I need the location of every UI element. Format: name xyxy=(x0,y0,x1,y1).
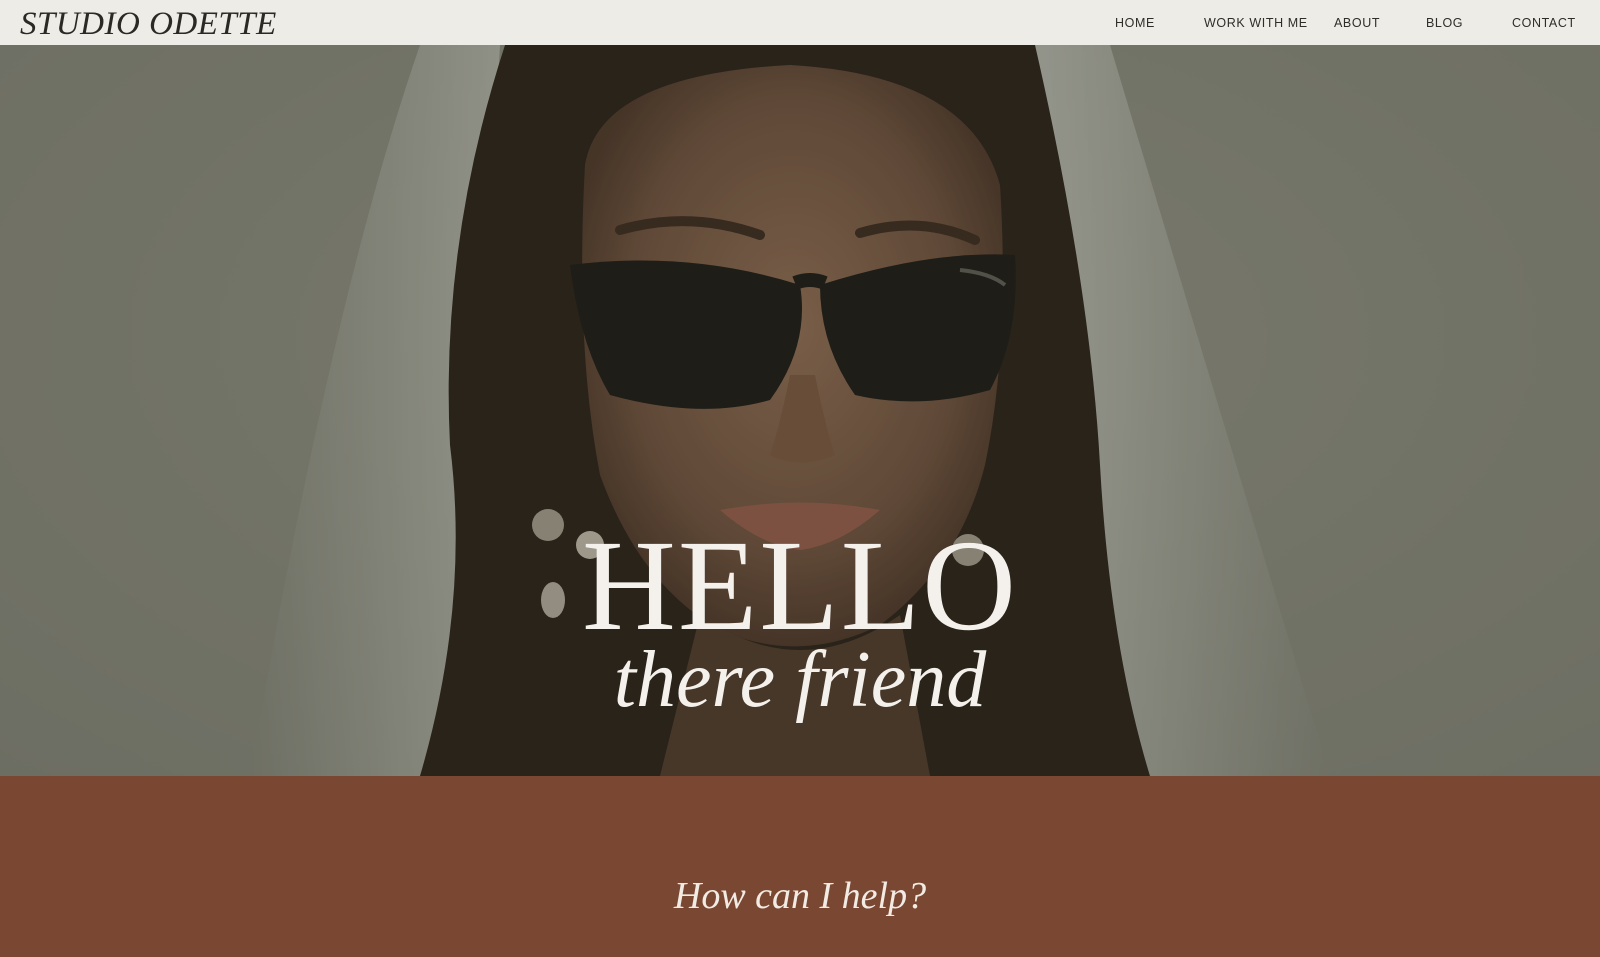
hero-section: HELLO there friend xyxy=(0,45,1600,776)
nav-work-with-me[interactable]: WORK WITH ME xyxy=(1204,0,1308,45)
help-section: How can I help? xyxy=(0,776,1600,957)
site-header: STUDIO ODETTE HOME WORK WITH ME ABOUT BL… xyxy=(0,0,1600,45)
help-title: How can I help? xyxy=(673,875,927,917)
nav-contact[interactable]: CONTACT xyxy=(1512,0,1576,45)
nav-about[interactable]: ABOUT xyxy=(1334,0,1380,45)
nav-blog[interactable]: BLOG xyxy=(1426,0,1463,45)
hero-subheadline: there friend xyxy=(613,636,987,724)
nav-home[interactable]: HOME xyxy=(1115,0,1155,45)
site-logo[interactable]: STUDIO ODETTE xyxy=(20,4,277,44)
hero-headline: HELLO xyxy=(582,514,1018,658)
